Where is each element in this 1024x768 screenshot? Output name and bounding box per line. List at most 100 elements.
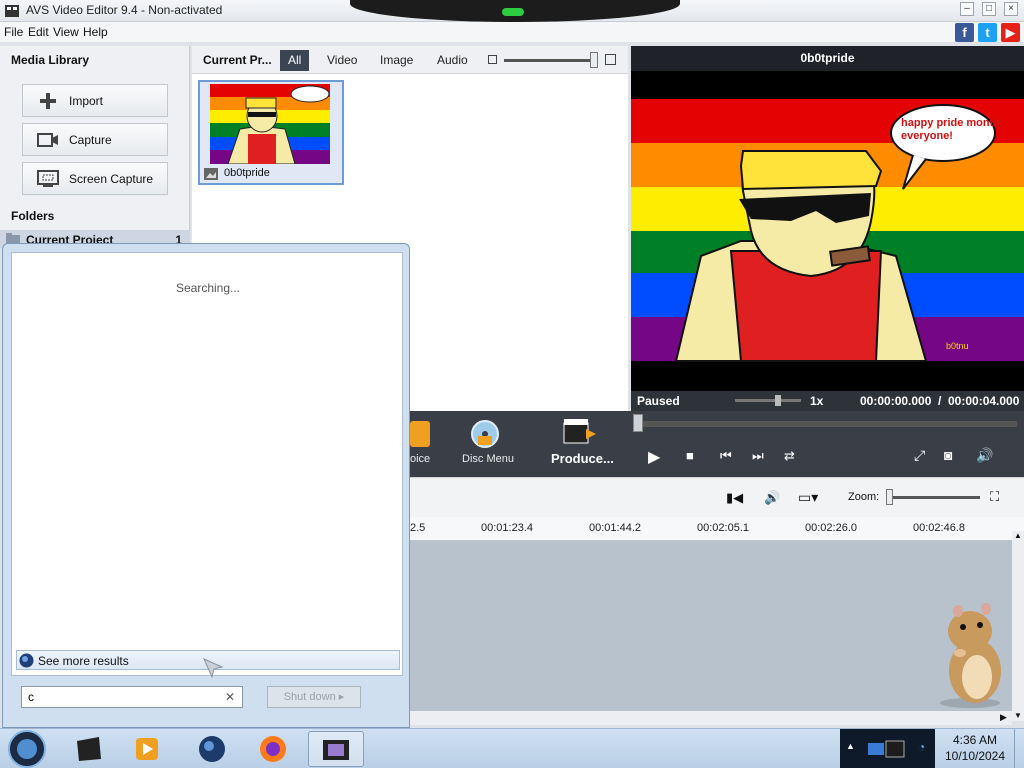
ruler-label: 2.5 bbox=[410, 522, 426, 534]
start-search-popup: Searching... See more results ✕ Shut dow… bbox=[2, 243, 410, 728]
scroll-right-icon[interactable]: ▶ bbox=[1000, 712, 1007, 723]
vertical-scrollbar[interactable]: ▲ ▼ bbox=[1012, 531, 1024, 721]
horizontal-scrollbar[interactable]: ▶ bbox=[410, 711, 1012, 725]
next-frame-icon[interactable]: ⏭ bbox=[752, 448, 764, 464]
firefox-icon bbox=[260, 736, 286, 762]
watermark-text: b0tnu bbox=[946, 341, 969, 351]
capture-button[interactable]: Capture bbox=[22, 123, 168, 156]
window-title: AVS Video Editor 9.4 - Non-activated bbox=[26, 3, 223, 17]
app-icon bbox=[5, 5, 19, 17]
seek-handle[interactable] bbox=[633, 414, 643, 432]
screen-capture-label: Screen Capture bbox=[69, 172, 154, 186]
menu-file[interactable]: File bbox=[4, 25, 23, 39]
network-icon[interactable]: ◔ bbox=[918, 740, 925, 754]
small-thumb-icon[interactable] bbox=[488, 55, 497, 64]
taskbar-media-player[interactable] bbox=[120, 731, 176, 767]
produce-label[interactable]: Produce... bbox=[551, 451, 614, 466]
film-icon bbox=[323, 740, 349, 760]
voice-icon[interactable] bbox=[410, 421, 430, 447]
timeline-controls: ▮◀ 🔊 ▭▾ Zoom: ⛶ bbox=[410, 477, 1024, 517]
media-item-name: 0b0tpride bbox=[224, 167, 270, 179]
slider-handle[interactable] bbox=[590, 52, 598, 68]
capture-label: Capture bbox=[69, 133, 112, 147]
large-thumb-icon[interactable] bbox=[605, 54, 616, 65]
taskbar: ▲ ◔ 4:36 AM 10/10/2024 bbox=[0, 728, 1024, 768]
start-orb-icon[interactable] bbox=[4, 729, 50, 768]
previous-frame-icon[interactable]: ⏮ bbox=[720, 448, 732, 464]
current-time: 00:00:00.000 bbox=[860, 394, 932, 408]
tab-image[interactable]: Image bbox=[372, 50, 421, 71]
voice-label[interactable]: oice bbox=[410, 453, 430, 465]
clear-search-icon[interactable]: ✕ bbox=[225, 690, 235, 704]
ruler-label: 00:01:44.2 bbox=[589, 522, 641, 534]
facebook-icon[interactable]: f bbox=[955, 23, 974, 42]
timeline-tracks[interactable] bbox=[410, 541, 1012, 711]
search-results-pane: Searching... See more results bbox=[11, 252, 403, 679]
taskbar-avs-video-editor[interactable] bbox=[308, 731, 364, 767]
twitter-icon[interactable]: t bbox=[978, 23, 997, 42]
produce-icon[interactable] bbox=[562, 417, 598, 447]
system-clock[interactable]: 4:36 AM 10/10/2024 bbox=[940, 732, 1010, 764]
snapshot-icon[interactable]: ◙ bbox=[944, 447, 952, 463]
disc-menu-label[interactable]: Disc Menu bbox=[462, 453, 514, 465]
system-tray: ▲ ◔ bbox=[840, 729, 935, 768]
storyboard-icon[interactable]: ▮◀ bbox=[726, 490, 743, 506]
audio-mixer-icon[interactable]: 🔊 bbox=[764, 490, 780, 506]
play-icon[interactable]: ▶ bbox=[648, 447, 660, 467]
speech-bubble-line1: happy pride month bbox=[901, 117, 1000, 129]
menu-edit[interactable]: Edit bbox=[28, 25, 49, 39]
stop-icon[interactable]: ■ bbox=[686, 448, 694, 463]
tray-apps-icon[interactable] bbox=[862, 737, 912, 761]
disc-menu-icon[interactable] bbox=[470, 419, 500, 449]
screen-capture-button[interactable]: Screen Capture bbox=[22, 162, 168, 195]
speed-slider-handle[interactable] bbox=[775, 395, 781, 406]
minimize-button[interactable]: – bbox=[960, 2, 974, 16]
camera-icon bbox=[37, 133, 58, 147]
fullscreen-icon[interactable]: ⤢ bbox=[914, 447, 925, 464]
terminal-icon bbox=[77, 737, 101, 761]
search-status: Searching... bbox=[175, 281, 241, 295]
speech-bubble-line2: everyone! bbox=[901, 130, 953, 142]
menu-bar: File Edit View Help bbox=[0, 22, 1024, 42]
tab-all[interactable]: All bbox=[280, 50, 310, 71]
zoom-slider[interactable] bbox=[890, 496, 980, 499]
media-item[interactable]: 0b0tpride bbox=[198, 80, 344, 185]
scroll-down-icon[interactable]: ▼ bbox=[1014, 711, 1022, 720]
media-thumbnail bbox=[210, 84, 330, 164]
zoom-label: Zoom: bbox=[848, 491, 880, 503]
media-player-icon bbox=[136, 738, 158, 760]
menu-help[interactable]: Help bbox=[83, 25, 108, 39]
taskbar-terminal[interactable] bbox=[62, 731, 118, 767]
volume-icon[interactable]: 🔊 bbox=[976, 447, 993, 464]
zoom-slider-handle[interactable] bbox=[886, 489, 893, 505]
tab-audio[interactable]: Audio bbox=[429, 50, 476, 71]
taskbar-browser[interactable] bbox=[185, 731, 241, 767]
close-button[interactable]: × bbox=[1004, 2, 1018, 16]
split-icon[interactable]: ⇄ bbox=[784, 448, 795, 464]
preview-canvas: happy pride month everyone! b0tnu bbox=[631, 71, 1024, 391]
globe-icon bbox=[199, 736, 225, 762]
folders-title: Folders bbox=[11, 209, 55, 223]
youtube-icon[interactable]: ▶ bbox=[1001, 23, 1020, 42]
maximize-button[interactable]: □ bbox=[982, 2, 996, 16]
fit-timeline-icon[interactable]: ⛶ bbox=[990, 489, 999, 505]
title-notch bbox=[350, 0, 680, 22]
show-desktop-button[interactable] bbox=[1014, 729, 1024, 768]
tab-video[interactable]: Video bbox=[319, 50, 365, 71]
thumb-size-slider[interactable] bbox=[504, 59, 596, 62]
aspect-ratio-icon[interactable]: ▭▾ bbox=[798, 489, 818, 506]
speed-slider[interactable] bbox=[735, 399, 801, 402]
show-hidden-icons[interactable]: ▲ bbox=[846, 741, 855, 751]
library-header: Current Pr... All Video Image Audio bbox=[192, 46, 628, 74]
seek-bar[interactable] bbox=[643, 421, 1017, 427]
menu-view[interactable]: View bbox=[53, 25, 79, 39]
import-button[interactable]: Import bbox=[22, 84, 168, 117]
title-bar: AVS Video Editor 9.4 - Non-activated – □… bbox=[0, 0, 1024, 22]
start-search-input[interactable] bbox=[21, 686, 243, 708]
shutdown-button[interactable]: Shut down ▸ bbox=[267, 686, 361, 708]
plus-icon bbox=[40, 93, 56, 109]
shutdown-arrow-icon[interactable]: ▸ bbox=[339, 691, 345, 703]
scroll-up-icon[interactable]: ▲ bbox=[1014, 531, 1022, 540]
taskbar-firefox[interactable] bbox=[246, 731, 302, 767]
preview-title: 0b0tpride bbox=[631, 46, 1024, 71]
